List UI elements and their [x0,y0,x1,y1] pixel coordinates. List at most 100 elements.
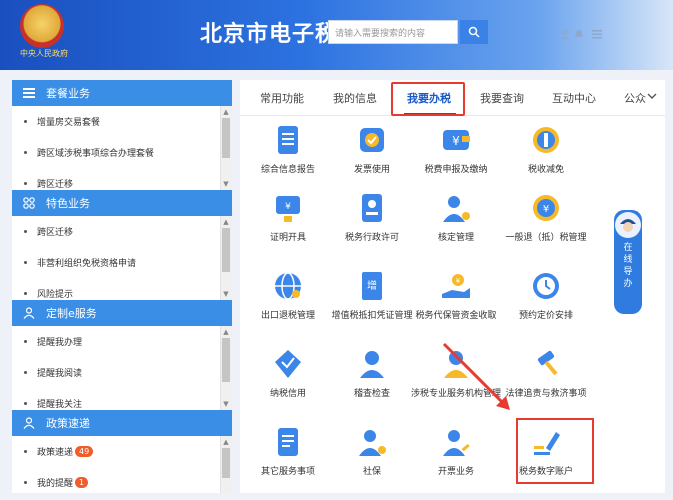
scroll-thumb[interactable] [222,118,230,158]
count-badge: 49 [75,446,94,457]
scroll-down-icon[interactable]: ▼ [222,290,230,298]
list-item-label: 政策速递 [37,448,74,458]
service-tile-label: 增值税抵扣凭证管理 [331,311,413,321]
gavel-icon [528,346,564,382]
section-header-custom[interactable]: 定制e服务 [12,300,232,326]
service-tile[interactable]: ¥ 一般退（抵）税管理 [500,190,592,244]
section-title: 特色业务 [46,197,90,210]
service-tile[interactable]: 其它服务事项 [242,424,334,478]
header-icons[interactable] [560,28,604,43]
service-tile-label: 证明开具 [269,233,306,243]
section-list-package: 增量房交易套餐 跨区域涉税事项综合办理套餐 跨区迁移 ▲ ▼ [12,106,232,190]
scroll-thumb[interactable] [222,338,230,382]
service-tile-label: 一般退（抵）税管理 [505,233,587,243]
user-gear-icon [438,190,474,226]
list-item[interactable]: 风险提示 [12,278,232,300]
scrollbar[interactable]: ▲ [220,436,232,500]
service-tile-label: 税费申报及缴纳 [424,165,488,175]
count-badge: 1 [75,477,89,488]
service-tile[interactable]: 综合信息报告 [242,122,334,176]
report-icon [270,122,306,158]
left-sidebar: 套餐业务 增量房交易套餐 跨区域涉税事项综合办理套餐 跨区迁移 ▲ ▼ 特色业务 … [12,80,232,500]
clock-icon [528,268,564,304]
service-tile-label: 预约定价安排 [518,311,573,321]
list-item[interactable]: 提醒我办理 [12,326,232,357]
scroll-down-icon[interactable]: ▼ [222,400,230,408]
scroll-up-icon[interactable]: ▲ [222,438,230,446]
scrollbar[interactable]: ▲ ▼ [220,326,232,410]
service-tile-label: 社保 [362,467,381,477]
service-tile[interactable]: 税收减免 [500,122,592,176]
search-button[interactable] [460,20,488,44]
inspector-icon [354,346,390,382]
coin-reduce-icon [528,122,564,158]
tab-my-info[interactable]: 我的信息 [333,90,377,106]
diamond-check-icon [270,346,306,382]
list-item[interactable]: 提醒我阅读 [12,357,232,388]
list-item[interactable]: 跨区迁移 [12,216,232,247]
svg-text:¥: ¥ [543,204,549,215]
online-guide-button[interactable]: 在线导办 [614,210,642,314]
header-toolbar-icons[interactable] [560,28,604,40]
user-shield-icon [354,424,390,460]
list-item[interactable]: 跨区域涉税事项综合办理套餐 [12,137,232,168]
scrollbar[interactable]: ▲ ▼ [220,106,232,190]
annotation-highlight-tab [391,82,465,116]
service-tile-label: 其它服务事项 [260,467,315,477]
service-tile[interactable]: ¥ 税费申报及缴纳 [410,122,502,176]
tab-public[interactable]: 公众 [624,90,648,106]
scroll-thumb[interactable] [222,448,230,478]
svg-text:¥: ¥ [285,202,291,212]
section-title: 定制e服务 [46,307,97,320]
search-input[interactable]: 请输入需要搜索的内容 [328,20,458,44]
service-tile[interactable]: 发票使用 [326,122,418,176]
invoice-check-icon [354,122,390,158]
bottom-strip [0,493,673,500]
site-header: 中央人民政府 北京市电子税务 请输入需要搜索的内容 [0,0,673,70]
chevron-down-icon[interactable] [647,89,657,103]
user-edit-icon [438,424,474,460]
person-icon [22,306,36,320]
section-list-featured: 跨区迁移 非营利组织免税资格申请 风险提示 ▲ ▼ [12,216,232,300]
service-tile[interactable]: 出口退税管理 [242,268,334,322]
section-header-policy[interactable]: 政策速递 [12,410,232,436]
service-tile[interactable]: 税务行政许可 [326,190,418,244]
list-item[interactable]: 非营利组织免税资格申请 [12,247,232,278]
tab-query[interactable]: 我要查询 [480,90,524,106]
list-item[interactable]: 提醒我关注 [12,388,232,410]
globe-icon [270,268,306,304]
person-icon [22,416,36,430]
list-item[interactable]: 政策速递 49 [12,436,232,467]
service-tile[interactable]: 开票业务 [410,424,502,478]
section-title: 政策速递 [46,417,90,430]
tab-bar: 常用功能 我的信息 我要办税 我要查询 互动中心 公众 [240,80,665,116]
scrollbar[interactable]: ▲ ▼ [220,216,232,300]
service-tile[interactable]: 社保 [326,424,418,478]
service-tile[interactable]: 核定管理 [410,190,502,244]
certificate-icon: ¥ [270,190,306,226]
annotation-highlight-tile [516,418,594,484]
scroll-up-icon[interactable]: ▲ [222,108,230,116]
service-tile-label: 税收减免 [527,165,564,175]
service-tile[interactable]: 增增值税抵扣凭证管理 [326,268,418,322]
service-tile[interactable]: 稽查检查 [326,346,418,400]
tab-common[interactable]: 常用功能 [260,90,304,106]
section-header-package[interactable]: 套餐业务 [12,80,232,106]
section-header-featured[interactable]: 特色业务 [12,190,232,216]
svg-text:¥: ¥ [452,134,460,148]
refund-icon: ¥ [528,190,564,226]
service-tile-label: 出口退税管理 [260,311,315,321]
service-tile[interactable]: 纳税信用 [242,346,334,400]
tab-interaction[interactable]: 互动中心 [552,90,596,106]
list-item[interactable]: 增量房交易套餐 [12,106,232,137]
scroll-up-icon[interactable]: ▲ [222,328,230,336]
service-tile[interactable]: 预约定价安排 [500,268,592,322]
scroll-up-icon[interactable]: ▲ [222,218,230,226]
service-tile[interactable]: ¥ 税务代保管资金收取 [410,268,502,322]
assistant-label: 在线导办 [623,243,633,289]
list-item[interactable]: 跨区迁移 [12,168,232,190]
list-doc-icon [270,424,306,460]
scroll-down-icon[interactable]: ▼ [222,180,230,188]
service-tile[interactable]: ¥ 证明开具 [242,190,334,244]
scroll-thumb[interactable] [222,228,230,272]
